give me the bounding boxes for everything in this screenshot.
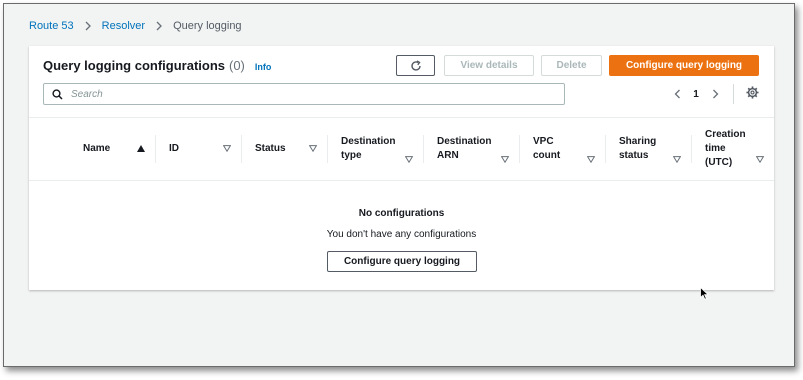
panel-title: Query logging configurations: [43, 58, 225, 73]
view-details-button[interactable]: View details: [444, 55, 534, 76]
empty-state-title: No configurations: [358, 208, 445, 219]
table-header: Name ID Status Destination type Destinat…: [29, 117, 774, 181]
sort-icon: [223, 145, 231, 152]
breadcrumb-query-logging: Query logging: [173, 20, 242, 32]
sort-icon: [501, 156, 509, 163]
search-box[interactable]: [43, 83, 565, 105]
prev-page-button[interactable]: [670, 89, 684, 99]
configure-query-logging-button[interactable]: Configure query logging: [609, 55, 759, 76]
pager-divider: [733, 84, 734, 104]
delete-button[interactable]: Delete: [541, 55, 602, 76]
query-logging-panel: Query logging configurations (0) Info Vi…: [29, 46, 774, 290]
sort-ascending-icon: [137, 145, 145, 152]
column-label: Creation time (UTC): [705, 129, 746, 168]
column-sharing-status[interactable]: Sharing status: [605, 118, 691, 180]
chevron-right-icon: [712, 89, 718, 99]
chevron-right-icon: [74, 21, 102, 31]
empty-configure-button[interactable]: Configure query logging: [327, 251, 477, 272]
empty-state-message: You don't have any configurations: [326, 229, 477, 240]
search-input[interactable]: [71, 88, 551, 100]
column-label: Status: [255, 143, 286, 154]
sort-icon: [756, 156, 764, 163]
chevron-right-icon: [145, 21, 173, 31]
console-window: Route 53 Resolver Query logging Query lo…: [3, 3, 795, 367]
breadcrumb: Route 53 Resolver Query logging: [29, 18, 242, 34]
column-name[interactable]: Name: [69, 118, 155, 180]
search-icon: [52, 88, 63, 100]
next-page-button[interactable]: [708, 89, 722, 99]
column-destination-type[interactable]: Destination type: [327, 118, 423, 180]
chevron-left-icon: [674, 89, 680, 99]
column-label: Sharing status: [619, 136, 657, 161]
sort-icon: [587, 156, 595, 163]
page-title: Query logging configurations (0) Info: [43, 58, 271, 73]
column-status[interactable]: Status: [241, 118, 327, 180]
column-label: Destination ARN: [437, 136, 492, 161]
gear-icon[interactable]: [746, 86, 759, 99]
column-label: VPC count: [533, 136, 561, 161]
sort-icon: [309, 145, 317, 152]
refresh-button[interactable]: [396, 55, 435, 76]
column-destination-arn[interactable]: Destination ARN: [423, 118, 519, 180]
config-count: (0): [229, 58, 245, 73]
sort-icon: [405, 156, 413, 163]
breadcrumb-route53[interactable]: Route 53: [29, 20, 74, 32]
sort-icon: [673, 156, 681, 163]
pagination: 1: [670, 86, 722, 102]
mouse-cursor-icon: [700, 287, 709, 300]
column-creation-time[interactable]: Creation time (UTC): [691, 118, 774, 180]
column-label: ID: [169, 143, 179, 154]
column-id[interactable]: ID: [155, 118, 241, 180]
refresh-icon: [410, 59, 421, 71]
column-vpc-count[interactable]: VPC count: [519, 118, 605, 180]
column-label: Destination type: [341, 136, 396, 161]
page-number[interactable]: 1: [684, 89, 708, 100]
breadcrumb-resolver[interactable]: Resolver: [102, 20, 145, 32]
info-link[interactable]: Info: [255, 62, 272, 72]
column-label: Name: [83, 143, 111, 154]
